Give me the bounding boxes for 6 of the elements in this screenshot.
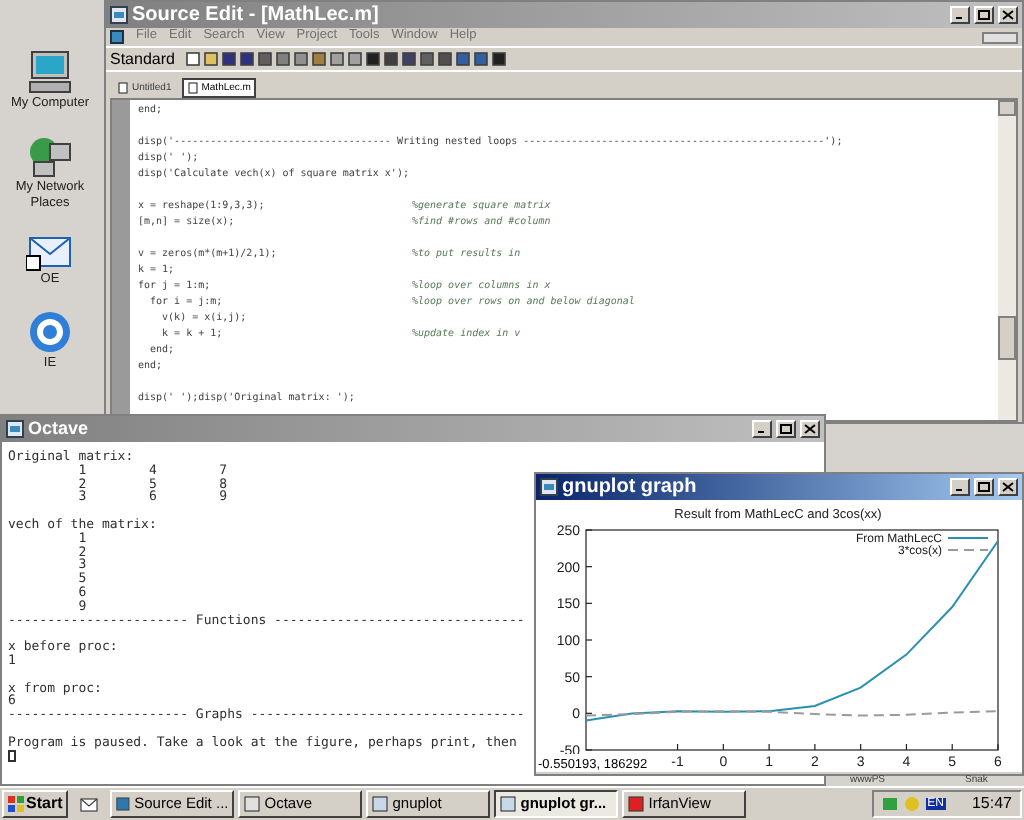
clock: 15:47 — [971, 796, 1012, 812]
window-title: Octave — [28, 420, 89, 438]
window-title: Source Edit - [MathLec.m] — [132, 5, 379, 25]
toolbar-label: Standard — [110, 51, 175, 67]
start-button[interactable]: Start — [2, 790, 69, 818]
window-title: gnuplot graph — [562, 477, 697, 497]
